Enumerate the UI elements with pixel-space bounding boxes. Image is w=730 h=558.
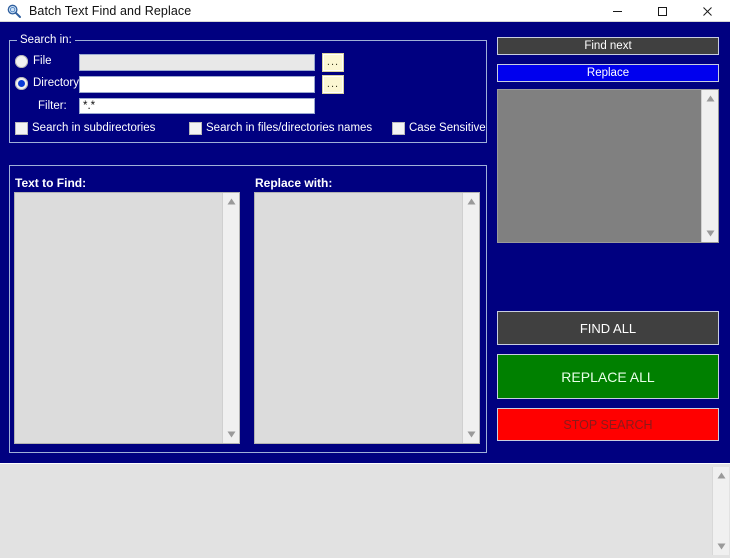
radio-file-label: File	[33, 55, 52, 67]
replace-with-scrollbar[interactable]	[462, 193, 479, 443]
scroll-up-icon[interactable]	[463, 193, 480, 210]
results-listbox[interactable]	[497, 89, 719, 243]
replace-all-button[interactable]: REPLACE ALL	[497, 354, 719, 399]
scroll-down-icon[interactable]	[713, 538, 730, 555]
scroll-up-icon[interactable]	[713, 467, 730, 484]
file-browse-button[interactable]: ...	[322, 53, 344, 72]
directory-path-input[interactable]	[79, 76, 315, 93]
scroll-down-icon[interactable]	[463, 426, 480, 443]
radio-directory[interactable]	[15, 77, 28, 90]
filter-input[interactable]: *.*	[79, 98, 315, 114]
replace-with-label: Replace with:	[255, 176, 333, 190]
results-content[interactable]	[498, 90, 701, 242]
scroll-down-icon[interactable]	[223, 426, 240, 443]
results-scrollbar[interactable]	[701, 90, 718, 242]
radio-file[interactable]	[15, 55, 28, 68]
replace-with-textarea[interactable]	[254, 192, 480, 444]
window-controls	[595, 0, 730, 22]
replace-with-content[interactable]	[255, 193, 462, 443]
scroll-up-icon[interactable]	[702, 90, 719, 107]
stop-search-button[interactable]: STOP SEARCH	[497, 408, 719, 441]
text-to-find-scrollbar[interactable]	[222, 193, 239, 443]
directory-browse-button[interactable]: ...	[322, 75, 344, 94]
magnifier-icon	[6, 3, 22, 19]
checkbox-search-subdirectories[interactable]	[15, 122, 28, 135]
status-log-content[interactable]	[3, 467, 712, 555]
checkbox-case-sensitive[interactable]	[392, 122, 405, 135]
text-to-find-content[interactable]	[15, 193, 222, 443]
checkbox-case-sensitive-label: Case Sensitive	[409, 122, 486, 134]
checkbox-search-subdirectories-label: Search in subdirectories	[32, 122, 156, 134]
replace-button[interactable]: Replace	[497, 64, 719, 82]
checkbox-search-file-names[interactable]	[189, 122, 202, 135]
checkbox-search-file-names-label: Search in files/directories names	[206, 122, 373, 134]
radio-directory-label: Directory	[33, 77, 80, 89]
status-log-scrollbar[interactable]	[712, 467, 729, 555]
text-to-find-textarea[interactable]	[14, 192, 240, 444]
status-log-panel	[0, 463, 730, 558]
close-button[interactable]	[685, 0, 730, 22]
find-all-button[interactable]: FIND ALL	[497, 311, 719, 345]
scroll-down-icon[interactable]	[702, 225, 719, 242]
window-title: Batch Text Find and Replace	[29, 3, 192, 18]
search-in-legend: Search in:	[17, 34, 75, 46]
filter-label: Filter:	[38, 100, 67, 112]
text-to-find-label: Text to Find:	[15, 176, 87, 190]
file-path-input[interactable]	[79, 54, 315, 71]
find-next-button[interactable]: Find next	[497, 37, 719, 55]
minimize-button[interactable]	[595, 0, 640, 22]
title-bar: Batch Text Find and Replace	[0, 0, 730, 22]
scroll-up-icon[interactable]	[223, 193, 240, 210]
application-window: Batch Text Find and Replace Search in: F…	[0, 0, 730, 558]
maximize-button[interactable]	[640, 0, 685, 22]
